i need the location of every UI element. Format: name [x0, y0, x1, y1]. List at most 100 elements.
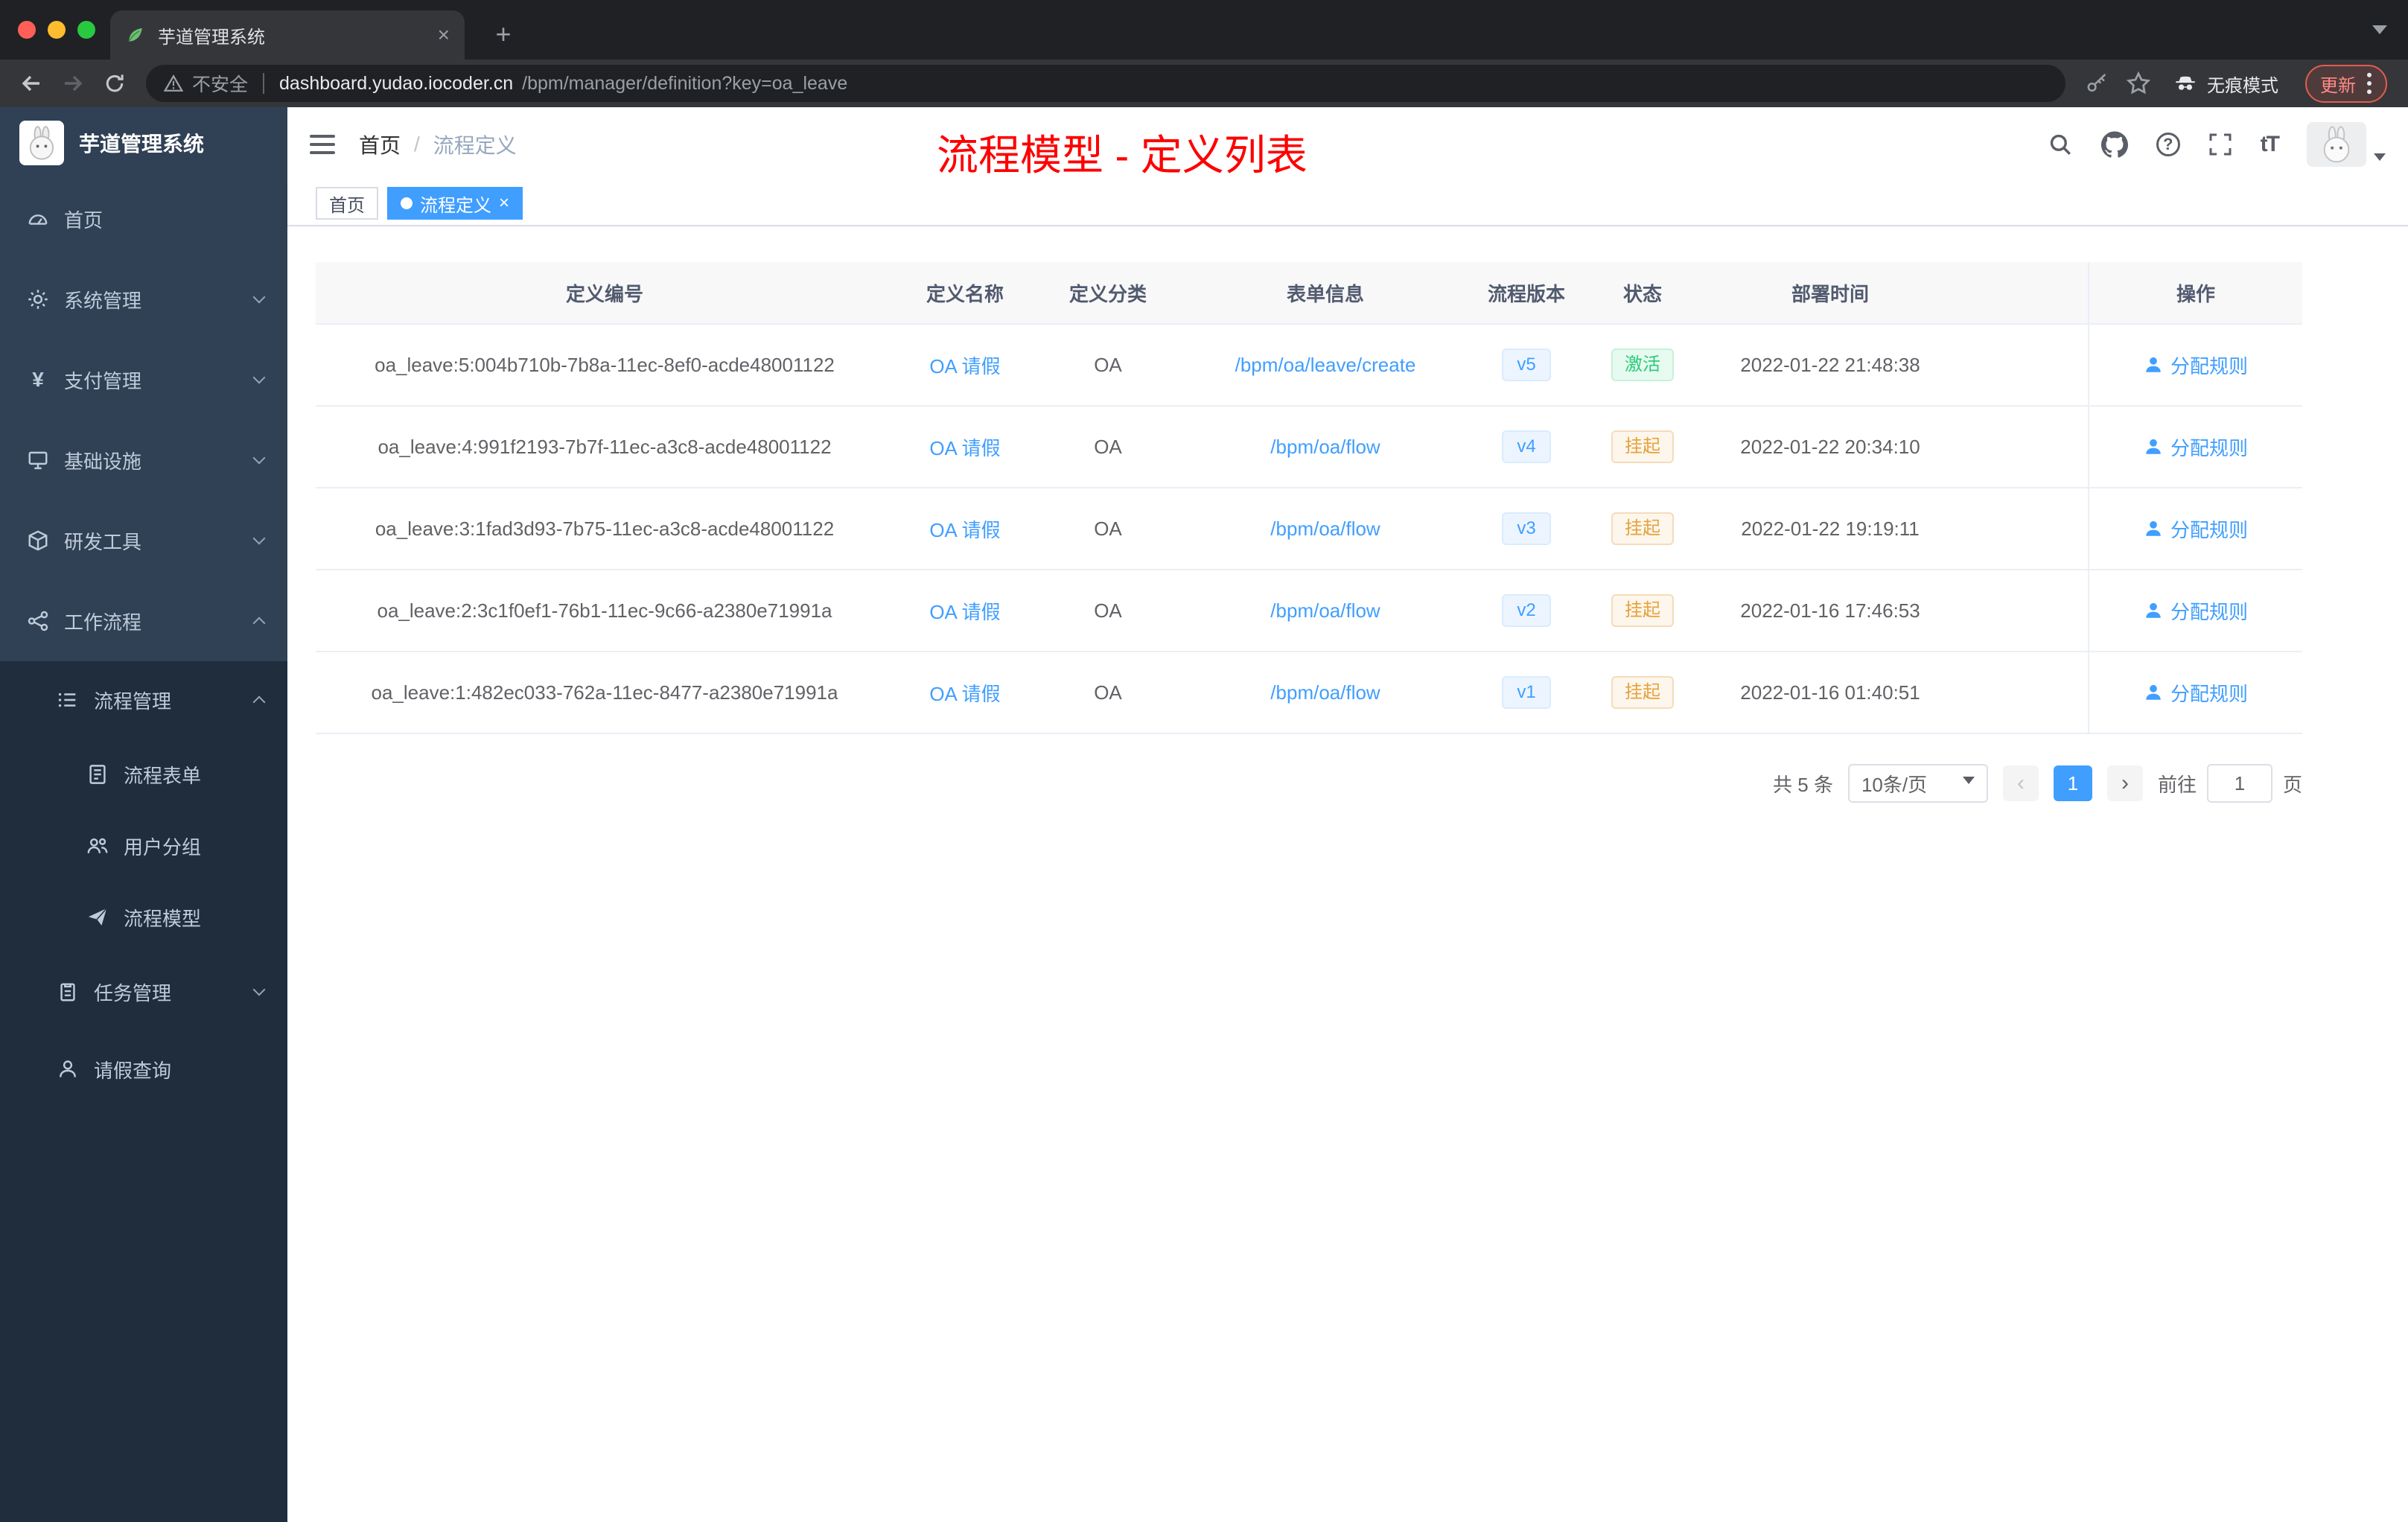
form-info-link[interactable]: /bpm/oa/leave/create — [1235, 354, 1416, 376]
form-info-link[interactable]: /bpm/oa/flow — [1270, 681, 1380, 704]
browser-window: 芋道管理系统 × + 不安全 dashboard.yudao.iocoder.c… — [0, 0, 2408, 1522]
definition-category: OA — [1094, 435, 1122, 458]
page-size-select[interactable]: 10条/页 — [1847, 764, 1988, 803]
definition-table: 定义编号 定义名称 定义分类 表单信息 流程版本 状态 部署时间 操作 oa_l… — [316, 262, 2302, 734]
sidebar-item-label: 任务管理 — [94, 981, 172, 1004]
page-size-value: 10条/页 — [1861, 773, 1928, 796]
assign-rule-button[interactable]: 分配规则 — [2144, 515, 2248, 543]
back-button[interactable] — [12, 64, 51, 103]
sidebar-item-leave-query[interactable]: 请假查询 — [0, 1031, 287, 1108]
form-info-link[interactable]: /bpm/oa/flow — [1270, 599, 1380, 622]
column-header: 表单信息 — [1286, 282, 1364, 305]
assign-rule-button[interactable]: 分配规则 — [2144, 597, 2248, 625]
sidebar-item-label: 流程模型 — [124, 907, 202, 930]
tag-home[interactable]: 首页 — [316, 187, 378, 220]
sidebar-logo-row[interactable]: 芋道管理系统 — [0, 107, 287, 179]
definition-name-link[interactable]: OA 请假 — [929, 437, 1000, 459]
form-info-link[interactable]: /bpm/oa/flow — [1270, 436, 1380, 458]
assign-rule-button[interactable]: 分配规则 — [2144, 351, 2248, 379]
definition-name-link[interactable]: OA 请假 — [929, 355, 1000, 378]
sidebar-item-process-management[interactable]: 流程管理 — [0, 661, 287, 739]
tag-process-definition[interactable]: 流程定义 × — [387, 187, 523, 220]
chevron-down-icon — [252, 451, 266, 465]
form-info-link[interactable]: /bpm/oa/flow — [1270, 518, 1380, 540]
deploy-time: 2022-01-22 21:48:38 — [1740, 353, 1920, 376]
address-bar[interactable]: 不安全 dashboard.yudao.iocoder.cn/bpm/manag… — [146, 65, 2065, 102]
incognito-label: 无痕模式 — [2207, 75, 2278, 96]
app-logo-avatar — [19, 121, 64, 165]
breadcrumb-current: 流程定义 — [433, 134, 517, 157]
help-icon[interactable]: ? — [2156, 133, 2180, 156]
maximize-window-button[interactable] — [77, 21, 95, 39]
definition-name-link[interactable]: OA 请假 — [929, 601, 1000, 623]
definition-name-link[interactable]: OA 请假 — [929, 519, 1000, 541]
sidebar-item-workflow[interactable]: 工作流程 — [0, 581, 287, 661]
sidebar-item-infrastructure[interactable]: 基础设施 — [0, 420, 287, 500]
tab-search-chevron-icon[interactable] — [2372, 25, 2387, 34]
kebab-menu-icon[interactable] — [2366, 72, 2372, 95]
goto-suffix: 页 — [2282, 773, 2302, 796]
browser-update-button[interactable]: 更新 — [2305, 64, 2387, 103]
sidebar-item-label: 支付管理 — [64, 369, 142, 392]
url-path: /bpm/manager/definition?key=oa_leave — [522, 72, 848, 94]
bookmark-star-icon[interactable] — [2119, 64, 2158, 103]
table-row: oa_leave:4:991f2193-7b7f-11ec-a3c8-acde4… — [316, 407, 2302, 488]
search-icon[interactable] — [2048, 132, 2073, 157]
deploy-time: 2022-01-22 19:19:11 — [1741, 517, 1920, 540]
forward-button[interactable] — [54, 64, 92, 103]
page-number-1[interactable]: 1 — [2053, 765, 2092, 801]
sidebar-item-process-forms[interactable]: 流程表单 — [0, 739, 287, 810]
sidebar-item-system[interactable]: 系统管理 — [0, 259, 287, 340]
passwords-key-icon[interactable] — [2077, 64, 2116, 103]
active-dot-icon — [401, 197, 413, 209]
workflow-nodes-icon — [28, 611, 48, 631]
tab-favicon-icon — [128, 28, 142, 42]
breadcrumb-home[interactable]: 首页 — [359, 130, 401, 159]
github-icon[interactable] — [2100, 131, 2128, 158]
person-icon — [2146, 602, 2161, 618]
tab-title: 芋道管理系统 — [158, 27, 265, 48]
definition-name-link[interactable]: OA 请假 — [929, 683, 1000, 705]
prev-page-button[interactable]: ‹ — [2002, 765, 2039, 801]
sidebar-item-payment[interactable]: ¥ 支付管理 — [0, 340, 287, 420]
sidebar-collapse-button[interactable] — [310, 135, 335, 154]
browser-tab[interactable]: 芋道管理系统 × — [110, 10, 465, 60]
url-divider — [263, 73, 265, 94]
version-badge: v4 — [1502, 430, 1551, 463]
sidebar-submenu: 流程管理 流程表单 用户分组 流程模型 任务管理 请假查询 — [0, 661, 287, 1522]
tag-close-icon[interactable]: × — [499, 193, 509, 214]
breadcrumb: 首页 / 流程定义 — [359, 130, 517, 159]
incognito-spy-icon — [2176, 76, 2195, 90]
goto-page-input[interactable] — [2206, 764, 2272, 803]
chevron-up-icon — [252, 617, 266, 630]
sidebar-item-label: 流程管理 — [94, 690, 172, 713]
sidebar-item-process-models[interactable]: 流程模型 — [0, 882, 287, 953]
clipboard-icon — [60, 983, 75, 1002]
sidebar-item-task-management[interactable]: 任务管理 — [0, 953, 287, 1031]
fullscreen-icon[interactable] — [2208, 133, 2232, 156]
reload-button[interactable] — [95, 64, 134, 103]
status-badge: 挂起 — [1611, 430, 1674, 463]
minimize-window-button[interactable] — [48, 21, 66, 39]
browser-tab-strip: 芋道管理系统 × + — [0, 0, 2408, 60]
url-host: dashboard.yudao.iocoder.cn — [279, 72, 514, 94]
version-badge: v5 — [1502, 348, 1551, 381]
tab-close-icon[interactable]: × — [438, 23, 450, 47]
person-icon — [2146, 684, 2161, 700]
chevron-down-icon — [252, 532, 266, 545]
new-tab-button[interactable]: + — [482, 13, 524, 55]
font-size-icon[interactable]: tT — [2261, 132, 2280, 157]
user-avatar-menu[interactable] — [2307, 122, 2386, 167]
security-label[interactable]: 不安全 — [192, 70, 248, 97]
sidebar-item-user-groups[interactable]: 用户分组 — [0, 810, 287, 882]
goto-prefix: 前往 — [2157, 773, 2197, 796]
assign-rule-button[interactable]: 分配规则 — [2144, 433, 2248, 461]
sidebar-item-home[interactable]: 首页 — [0, 179, 287, 259]
sidebar-item-devtools[interactable]: 研发工具 — [0, 500, 287, 581]
assign-rule-button[interactable]: 分配规则 — [2144, 679, 2248, 707]
close-window-button[interactable] — [18, 21, 36, 39]
status-badge: 激活 — [1611, 348, 1674, 381]
column-header: 状态 — [1622, 282, 1662, 305]
definition-category: OA — [1094, 517, 1122, 540]
next-page-button[interactable]: › — [2106, 765, 2143, 801]
